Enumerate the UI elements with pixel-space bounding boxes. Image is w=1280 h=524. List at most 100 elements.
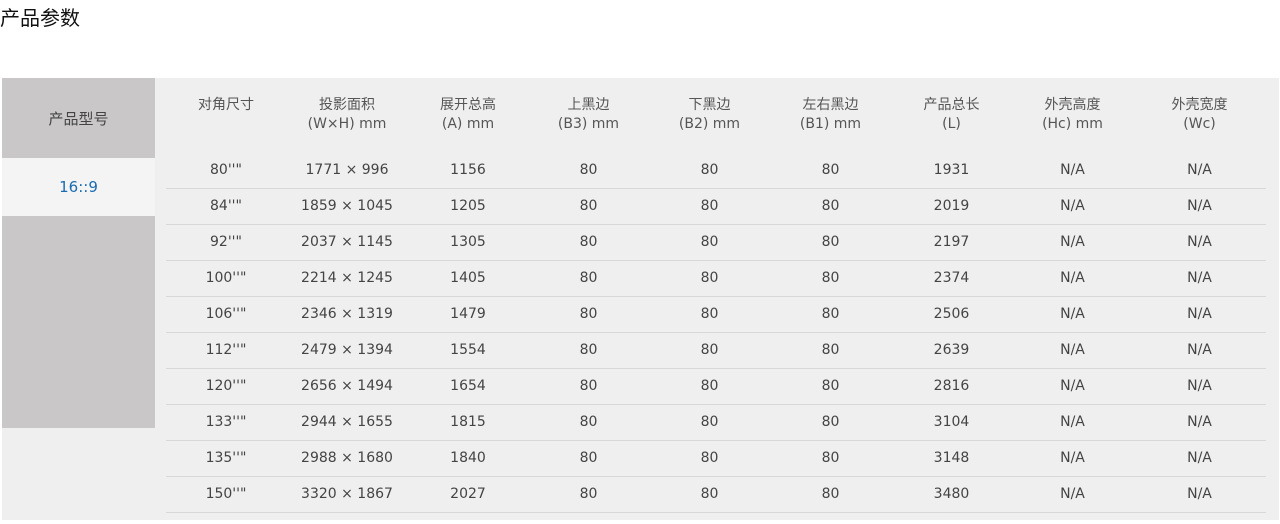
cell-total-length: 2374 (891, 260, 1012, 297)
cell-total-length: 2816 (891, 368, 1012, 405)
cell-case-height: N/A (1012, 188, 1133, 225)
header-total-length: 产品总长 (L) (923, 97, 980, 132)
cell-total-length: 3480 (891, 476, 1012, 513)
cell-projection-area: 2479 × 1394 (286, 332, 408, 369)
cell-top-border: 80 (528, 440, 649, 477)
cell-projection-area: 1859 × 1045 (286, 188, 408, 225)
cell-side-border: 80 (770, 368, 891, 405)
cell-bottom-border: 80 (649, 440, 770, 477)
cell-projection-area: 2656 × 1494 (286, 368, 408, 405)
cell-case-height: N/A (1012, 368, 1133, 405)
header-top-border: 上黑边 (B3) mm (557, 97, 620, 132)
cell-diagonal: 106''" (166, 296, 286, 333)
page-title: 产品参数 (0, 6, 80, 30)
cell-side-border: 80 (770, 476, 891, 513)
cell-projection-area: 2944 × 1655 (286, 404, 408, 441)
cell-total-length: 2639 (891, 332, 1012, 369)
cell-bottom-border: 80 (649, 332, 770, 369)
cell-total-height: 1554 (408, 332, 528, 369)
cell-case-width: N/A (1133, 224, 1266, 261)
header-diagonal: 对角尺寸 (198, 97, 254, 113)
cell-case-width: N/A (1133, 152, 1266, 189)
header-case-width: 外壳宽度 (Wc) (1171, 97, 1228, 132)
cell-total-length: 2506 (891, 296, 1012, 333)
cell-top-border: 80 (528, 476, 649, 513)
cell-side-border: 80 (770, 332, 891, 369)
cell-case-width: N/A (1133, 260, 1266, 297)
cell-side-border: 80 (770, 224, 891, 261)
cell-bottom-border: 80 (649, 224, 770, 261)
cell-total-height: 1479 (408, 296, 528, 333)
product-spec-page: 产品参数 产品型号 16::9 对角尺寸 投影面积 (W×H) mm 展开总高 (A… (0, 0, 1280, 524)
table-row: 133''" 2944 × 1655 1815 80 80 80 3104 N/… (166, 404, 1266, 441)
cell-case-height: N/A (1012, 260, 1133, 297)
header-total-height: 展开总高 (A) mm (440, 97, 496, 132)
model-sidebar: 产品型号 16::9 (2, 78, 155, 428)
spec-table: 对角尺寸 投影面积 (W×H) mm 展开总高 (A) mm 上黑边 (B3) mm … (166, 84, 1266, 513)
cell-case-height: N/A (1012, 332, 1133, 369)
cell-top-border: 80 (528, 332, 649, 369)
cell-case-width: N/A (1133, 368, 1266, 405)
cell-total-length: 3104 (891, 404, 1012, 441)
cell-case-height: N/A (1012, 440, 1133, 477)
cell-top-border: 80 (528, 224, 649, 261)
table-row: 135''" 2988 × 1680 1840 80 80 80 3148 N/… (166, 440, 1266, 477)
table-row: 92''" 2037 × 1145 1305 80 80 80 2197 N/A… (166, 224, 1266, 261)
cell-diagonal: 80''" (166, 152, 286, 189)
cell-diagonal: 112''" (166, 332, 286, 369)
cell-projection-area: 1771 × 996 (286, 152, 408, 189)
cell-projection-area: 3320 × 1867 (286, 476, 408, 513)
cell-diagonal: 100''" (166, 260, 286, 297)
cell-top-border: 80 (528, 368, 649, 405)
table-row: 112''" 2479 × 1394 1554 80 80 80 2639 N/… (166, 332, 1266, 369)
cell-case-width: N/A (1133, 188, 1266, 225)
cell-top-border: 80 (528, 296, 649, 333)
model-header: 产品型号 (2, 78, 155, 158)
cell-case-height: N/A (1012, 152, 1133, 189)
ratio-tab-16-9[interactable]: 16::9 (2, 158, 155, 216)
cell-total-height: 1156 (408, 152, 528, 189)
table-row: 106''" 2346 × 1319 1479 80 80 80 2506 N/… (166, 296, 1266, 333)
cell-total-height: 1305 (408, 224, 528, 261)
cell-total-length: 2197 (891, 224, 1012, 261)
cell-top-border: 80 (528, 404, 649, 441)
cell-bottom-border: 80 (649, 476, 770, 513)
cell-case-width: N/A (1133, 296, 1266, 333)
cell-projection-area: 2988 × 1680 (286, 440, 408, 477)
cell-total-height: 1840 (408, 440, 528, 477)
cell-case-width: N/A (1133, 332, 1266, 369)
cell-diagonal: 150''" (166, 476, 286, 513)
cell-top-border: 80 (528, 260, 649, 297)
header-side-border: 左右黑边 (B1) mm (799, 97, 862, 132)
cell-case-width: N/A (1133, 440, 1266, 477)
cell-bottom-border: 80 (649, 368, 770, 405)
table-row: 84''" 1859 × 1045 1205 80 80 80 2019 N/A… (166, 188, 1266, 225)
cell-side-border: 80 (770, 188, 891, 225)
cell-case-height: N/A (1012, 476, 1133, 513)
cell-total-height: 2027 (408, 476, 528, 513)
table-row: 120''" 2656 × 1494 1654 80 80 80 2816 N/… (166, 368, 1266, 405)
cell-side-border: 80 (770, 296, 891, 333)
cell-total-length: 2019 (891, 188, 1012, 225)
cell-side-border: 80 (770, 440, 891, 477)
table-row: 150''" 3320 × 1867 2027 80 80 80 3480 N/… (166, 476, 1266, 513)
table-row: 100''" 2214 × 1245 1405 80 80 80 2374 N/… (166, 260, 1266, 297)
cell-total-length: 3148 (891, 440, 1012, 477)
cell-diagonal: 84''" (166, 188, 286, 225)
cell-case-width: N/A (1133, 476, 1266, 513)
cell-bottom-border: 80 (649, 404, 770, 441)
cell-total-height: 1815 (408, 404, 528, 441)
cell-side-border: 80 (770, 404, 891, 441)
cell-case-width: N/A (1133, 404, 1266, 441)
cell-side-border: 80 (770, 152, 891, 189)
cell-projection-area: 2346 × 1319 (286, 296, 408, 333)
cell-projection-area: 2037 × 1145 (286, 224, 408, 261)
cell-diagonal: 135''" (166, 440, 286, 477)
cell-diagonal: 120''" (166, 368, 286, 405)
cell-projection-area: 2214 × 1245 (286, 260, 408, 297)
cell-total-height: 1654 (408, 368, 528, 405)
header-bottom-border: 下黑边 (B2) mm (678, 97, 741, 132)
cell-total-length: 1931 (891, 152, 1012, 189)
sidebar-filler (2, 216, 155, 428)
cell-total-height: 1405 (408, 260, 528, 297)
